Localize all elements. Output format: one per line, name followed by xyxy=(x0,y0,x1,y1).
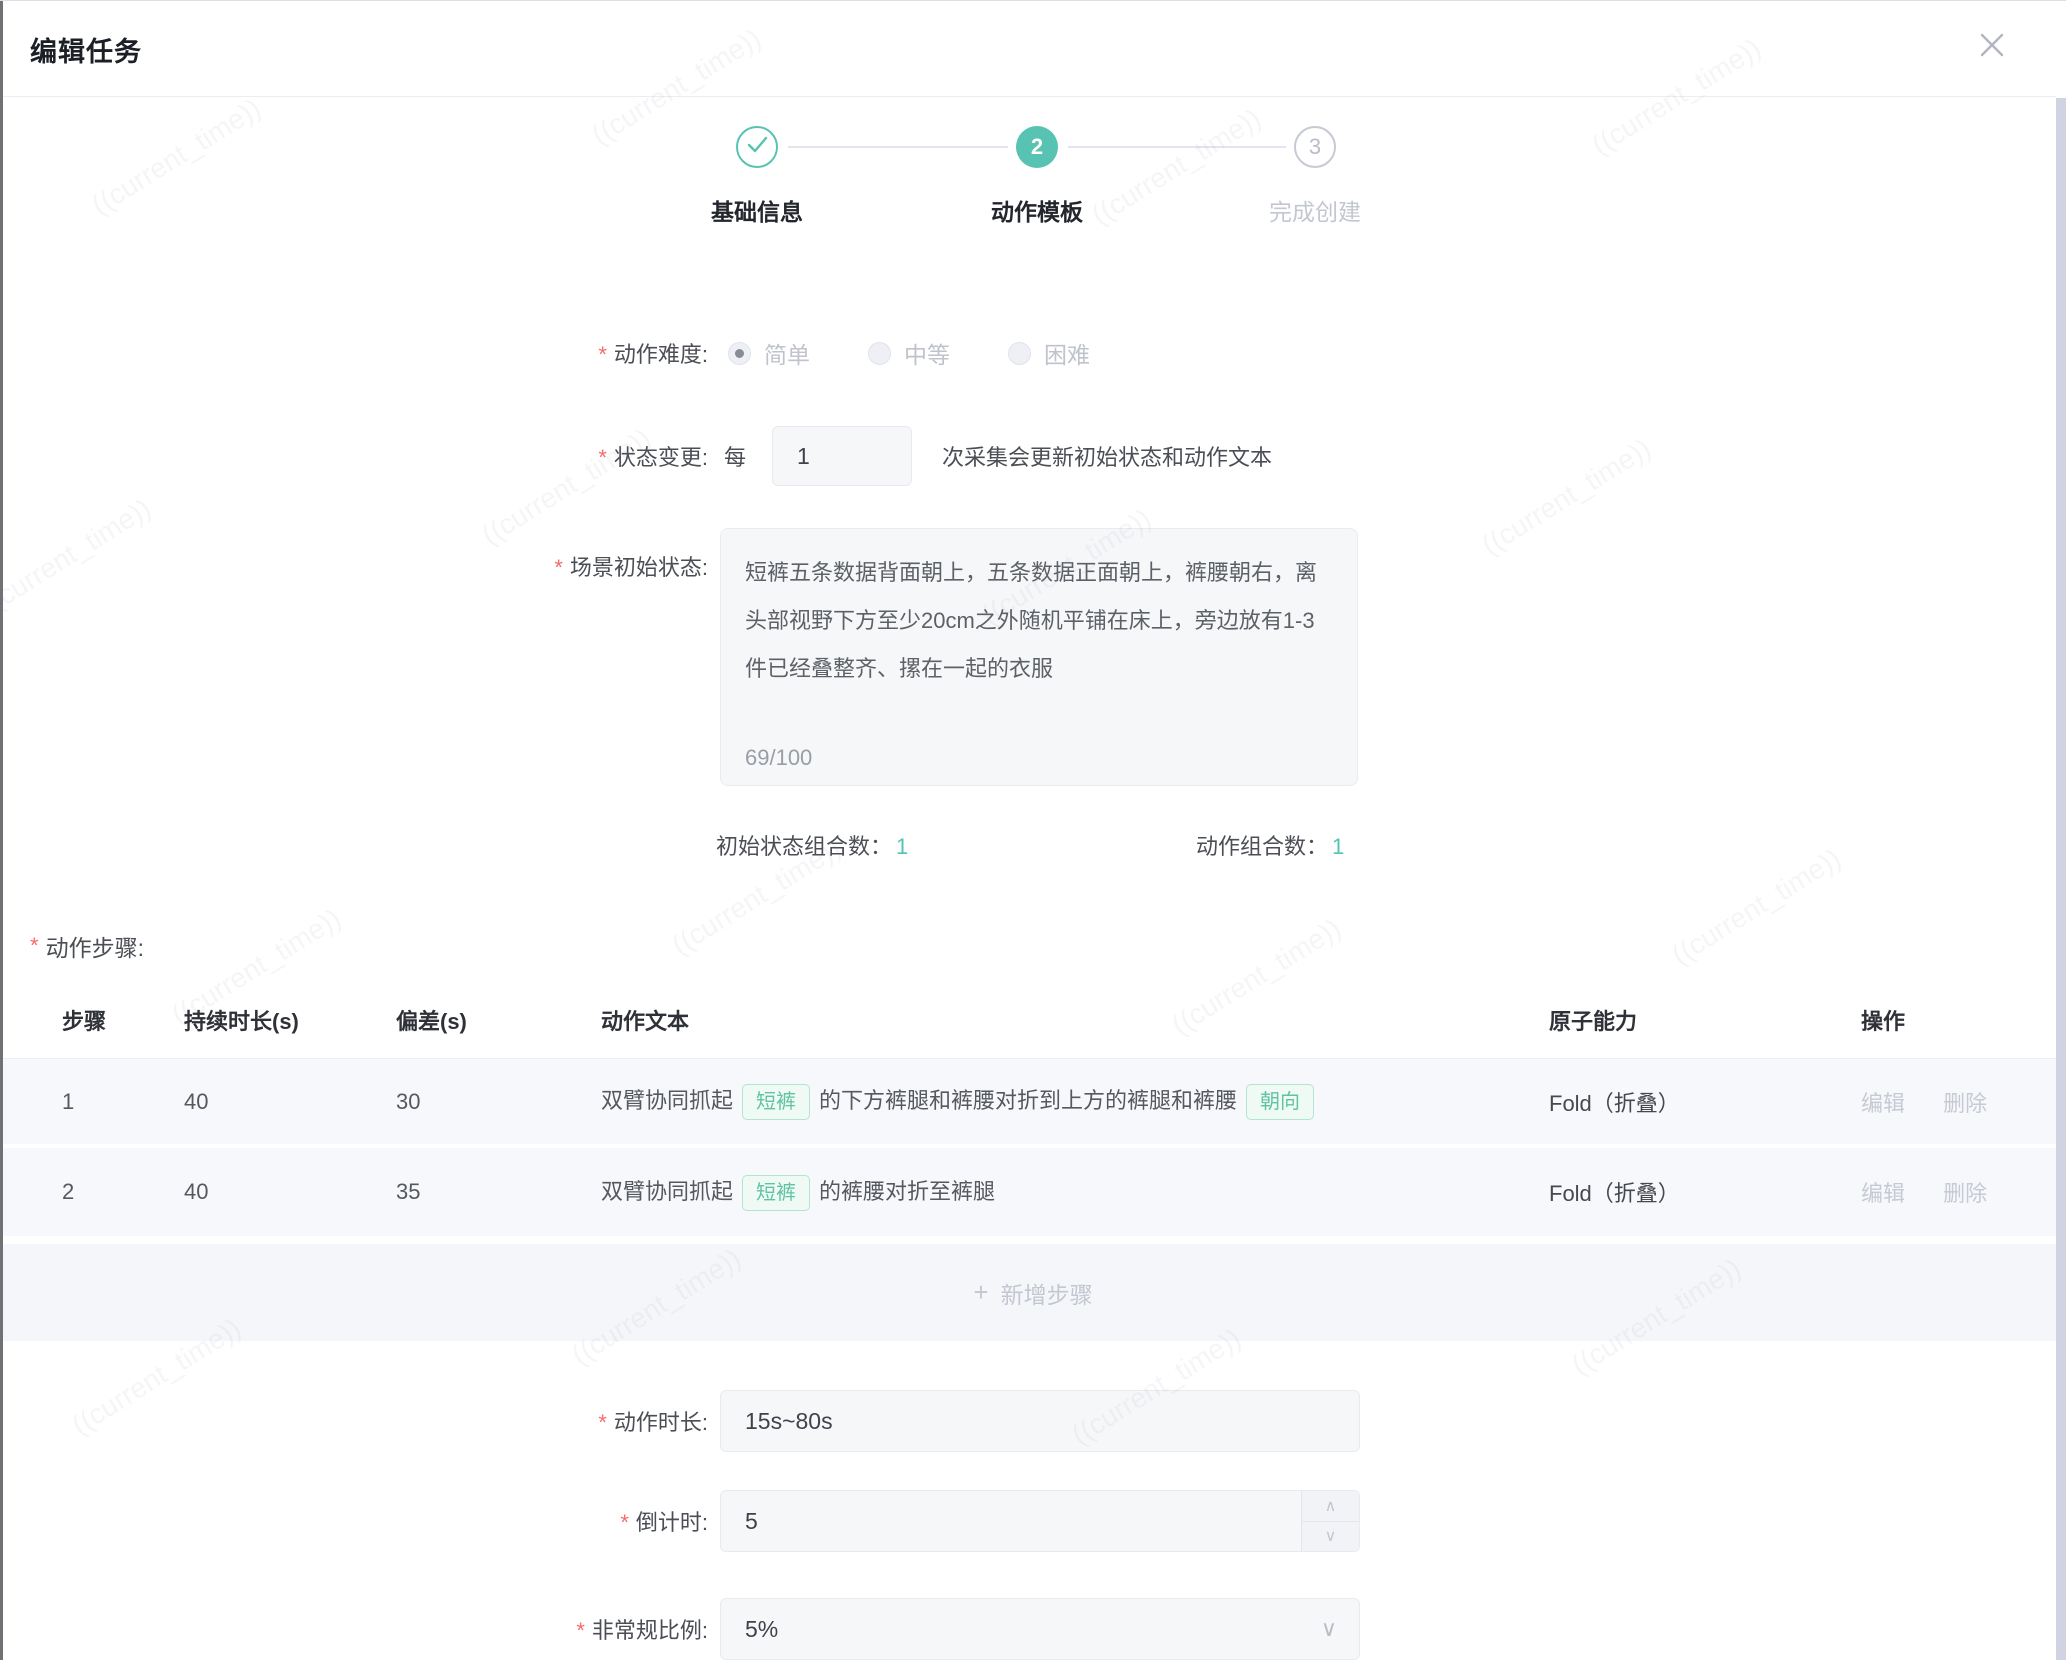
unusual-ratio-select[interactable]: 5% ∨ xyxy=(720,1598,1360,1660)
close-icon xyxy=(1977,30,2007,65)
cell-operations: 编辑 删除 xyxy=(1861,1086,2066,1118)
stepper-up-button[interactable]: ∧ xyxy=(1302,1491,1359,1522)
state-change-row: *状态变更: 每 1 次采集会更新初始状态和动作文本 xyxy=(0,425,2066,487)
state-change-input[interactable]: 1 xyxy=(772,426,912,486)
scene-initial-textarea[interactable]: 短裤五条数据背面朝上，五条数据正面朝上，裤腰朝右，离头部视野下方至少20cm之外… xyxy=(720,528,1358,786)
required-marker: * xyxy=(554,555,563,580)
cell-duration: 40 xyxy=(184,1089,396,1115)
radio-option-easy[interactable]: 简单 xyxy=(728,336,810,370)
action-steps-section-label: *动作步骤: xyxy=(30,929,144,963)
table-header-row: 步骤 持续时长(s) 偏差(s) 动作文本 原子能力 操作 xyxy=(0,981,2066,1059)
action-combo-value: 1 xyxy=(1332,834,1344,859)
scene-initial-row: *场景初始状态: 短裤五条数据背面朝上，五条数据正面朝上，裤腰朝右，离头部视野下… xyxy=(0,528,2066,786)
countdown-label: *倒计时: xyxy=(0,1505,708,1537)
step-1-label: 基础信息 xyxy=(617,193,897,227)
close-button[interactable] xyxy=(1974,29,2010,65)
orientation-tag: 朝向 xyxy=(1246,1084,1314,1120)
edit-task-dialog: ((current_time)) ((current_time)) ((curr… xyxy=(0,0,2066,1660)
initial-combo-count: 初始状态组合数：1 xyxy=(716,829,908,861)
countdown-input[interactable]: 5 ∧ ∨ xyxy=(720,1490,1360,1552)
duration-row: *动作时长: 15s~80s xyxy=(0,1390,2066,1452)
cell-deviation: 30 xyxy=(396,1089,601,1115)
col-header-action-text: 动作文本 xyxy=(601,1004,1549,1036)
col-header-duration: 持续时长(s) xyxy=(184,1004,396,1036)
cell-deviation: 35 xyxy=(396,1179,601,1205)
radio-label: 简单 xyxy=(764,336,810,370)
chevron-up-icon: ∧ xyxy=(1325,1496,1337,1516)
plus-icon: + xyxy=(973,1277,988,1308)
add-step-label: 新增步骤 xyxy=(1001,1276,1093,1310)
required-marker: * xyxy=(576,1618,585,1643)
initial-combo-value: 1 xyxy=(896,834,908,859)
radio-unselected-icon xyxy=(1008,342,1031,365)
duration-label: *动作时长: xyxy=(0,1405,708,1437)
unusual-ratio-row: *非常规比例: 5% ∨ xyxy=(0,1598,2066,1660)
cell-action-text: 双臂协同抓起短裤的下方裤腿和裤腰对折到上方的裤腿和裤腰朝向 xyxy=(601,1083,1549,1120)
cell-ability: Fold（折叠） xyxy=(1549,1176,1861,1208)
radio-unselected-icon xyxy=(868,342,891,365)
required-marker: * xyxy=(598,445,607,470)
col-header-operations: 操作 xyxy=(1861,1004,2066,1036)
cell-step: 2 xyxy=(62,1179,184,1205)
edit-link[interactable]: 编辑 xyxy=(1861,1091,1905,1116)
duration-input[interactable]: 15s~80s xyxy=(720,1390,1360,1452)
chevron-down-icon: ∨ xyxy=(1321,1616,1337,1642)
page-edge-strip xyxy=(0,1,3,1660)
stepper-connector xyxy=(788,146,1008,148)
stepper-connector xyxy=(1068,146,1286,148)
item-tag: 短裤 xyxy=(742,1175,810,1211)
required-marker: * xyxy=(620,1510,629,1535)
unusual-ratio-label: *非常规比例: xyxy=(0,1613,708,1645)
stepper-down-button[interactable]: ∨ xyxy=(1302,1522,1359,1552)
dialog-header: 编辑任务 xyxy=(0,1,2056,97)
state-change-label: *状态变更: xyxy=(0,440,708,472)
radio-option-medium[interactable]: 中等 xyxy=(868,336,950,370)
action-combo-count: 动作组合数：1 xyxy=(1196,829,1344,861)
difficulty-label: *动作难度: xyxy=(0,337,708,369)
required-marker: * xyxy=(598,342,607,367)
radio-label: 困难 xyxy=(1044,336,1090,370)
delete-link[interactable]: 删除 xyxy=(1943,1181,1987,1206)
required-marker: * xyxy=(598,1410,607,1435)
table-row: 1 40 30 双臂协同抓起短裤的下方裤腿和裤腰对折到上方的裤腿和裤腰朝向 Fo… xyxy=(0,1059,2066,1144)
delete-link[interactable]: 删除 xyxy=(1943,1091,1987,1116)
col-header-ability: 原子能力 xyxy=(1549,1004,1861,1036)
check-icon xyxy=(738,125,776,169)
scene-initial-label: *场景初始状态: xyxy=(0,528,708,582)
required-marker: * xyxy=(30,933,39,959)
step-2-circle: 2 xyxy=(1016,126,1058,168)
col-header-deviation: 偏差(s) xyxy=(396,1004,601,1036)
cell-duration: 40 xyxy=(184,1179,396,1205)
state-change-prefix: 每 xyxy=(724,440,746,472)
difficulty-row: *动作难度: 简单 中等 困难 xyxy=(0,325,2066,381)
number-stepper: ∧ ∨ xyxy=(1301,1491,1359,1551)
radio-selected-icon xyxy=(728,342,751,365)
cell-action-text: 双臂协同抓起短裤的裤腰对折至裤腿 xyxy=(601,1174,1549,1211)
step-3-circle: 3 xyxy=(1294,126,1336,168)
scene-initial-text: 短裤五条数据背面朝上，五条数据正面朝上，裤腰朝右，离头部视野下方至少20cm之外… xyxy=(745,549,1333,693)
char-counter: 69/100 xyxy=(745,745,812,771)
watermark-text: ((current_time)) xyxy=(1666,842,1847,971)
state-change-suffix: 次采集会更新初始状态和动作文本 xyxy=(942,440,1272,472)
edit-link[interactable]: 编辑 xyxy=(1861,1181,1905,1206)
chevron-down-icon: ∨ xyxy=(1325,1526,1337,1546)
step-2-label: 动作模板 xyxy=(897,193,1177,227)
cell-step: 1 xyxy=(62,1089,184,1115)
vertical-scrollbar[interactable] xyxy=(2056,98,2066,1660)
table-row: 2 40 35 双臂协同抓起短裤的裤腰对折至裤腿 Fold（折叠） 编辑 删除 xyxy=(0,1148,2066,1236)
col-header-step: 步骤 xyxy=(62,1004,184,1036)
add-step-button[interactable]: + 新增步骤 xyxy=(0,1244,2066,1341)
watermark-text: ((current_time)) xyxy=(86,92,267,221)
action-steps-table: 步骤 持续时长(s) 偏差(s) 动作文本 原子能力 操作 1 40 30 双臂… xyxy=(0,981,2066,1341)
radio-option-hard[interactable]: 困难 xyxy=(1008,336,1090,370)
radio-label: 中等 xyxy=(904,336,950,370)
cell-ability: Fold（折叠） xyxy=(1549,1086,1861,1118)
countdown-row: *倒计时: 5 ∧ ∨ xyxy=(0,1490,2066,1552)
step-1-circle xyxy=(736,126,778,168)
step-3-label: 完成创建 xyxy=(1175,193,1455,227)
item-tag: 短裤 xyxy=(742,1084,810,1120)
dialog-title: 编辑任务 xyxy=(30,1,142,97)
cell-operations: 编辑 删除 xyxy=(1861,1176,2066,1208)
